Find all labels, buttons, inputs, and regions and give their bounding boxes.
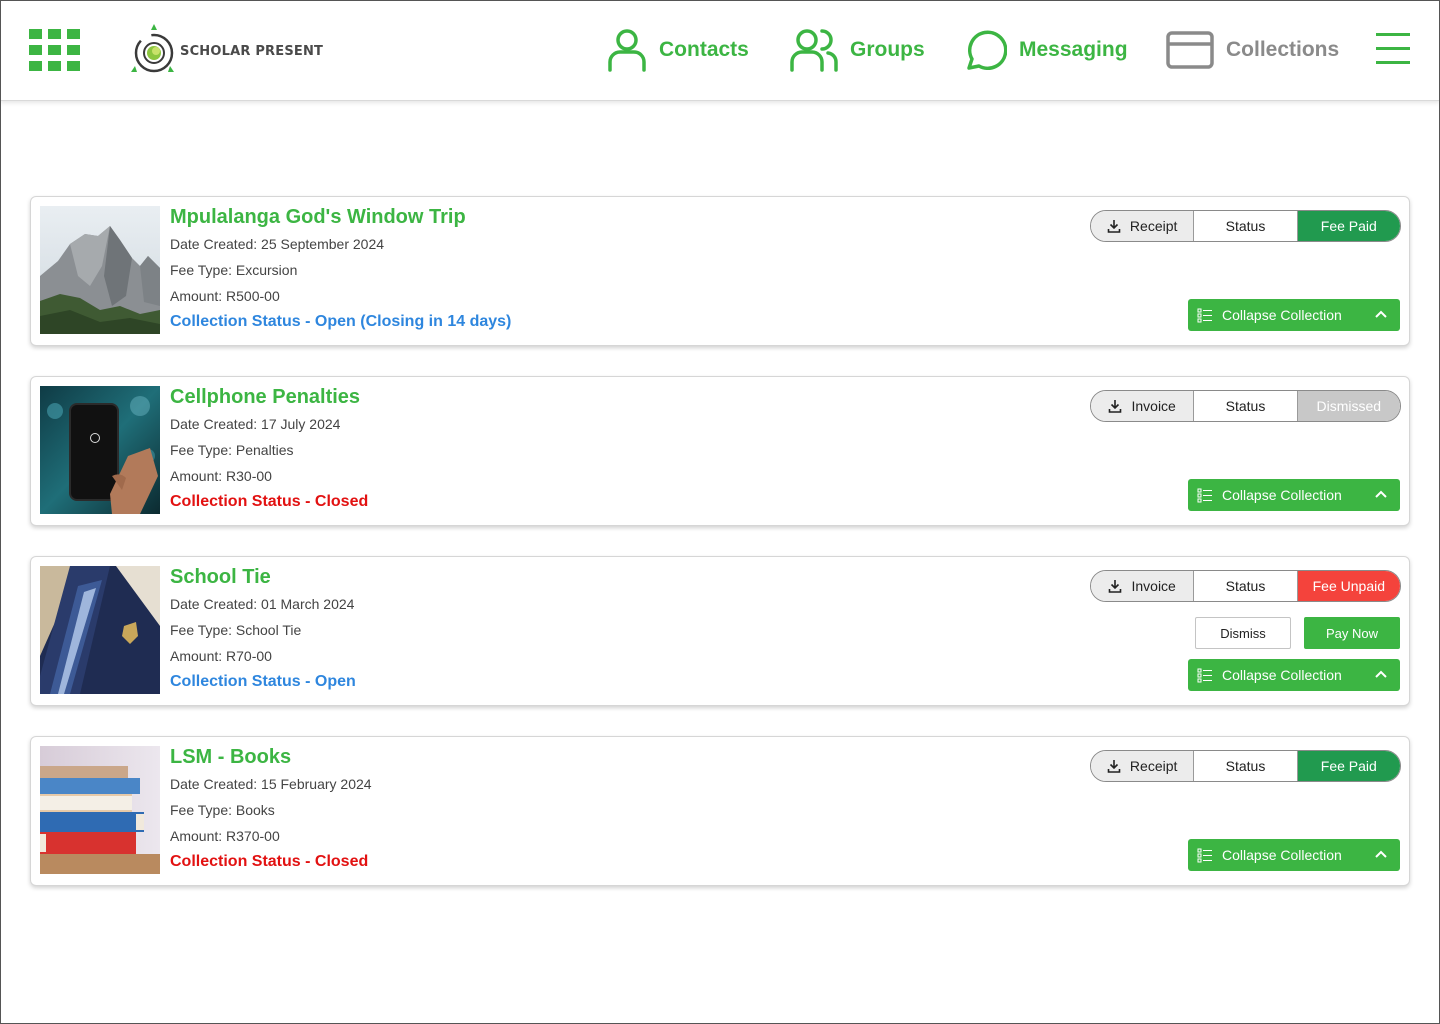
receipt-button[interactable]: Receipt <box>1091 751 1195 781</box>
mountain-photo <box>40 206 160 334</box>
dismissed-badge: Dismissed <box>1297 391 1400 421</box>
user-icon <box>608 29 646 72</box>
date-created: Date Created: 15 February 2024 <box>170 776 372 792</box>
invoice-button[interactable]: Invoice <box>1091 571 1195 601</box>
status-label: Status <box>1225 578 1266 594</box>
cellphone-photo <box>40 386 160 514</box>
chevron-up-icon <box>1375 670 1387 678</box>
invoice-label: Invoice <box>1131 398 1176 414</box>
nav-messaging-label: Messaging <box>1019 38 1128 61</box>
card-icon <box>1166 31 1214 69</box>
scholar-present-logo[interactable]: SCHOLAR PRESENT <box>128 24 323 76</box>
nav-collections-label: Collections <box>1226 38 1340 61</box>
collapse-collection-button[interactable]: Collapse Collection <box>1188 299 1400 331</box>
collapse-label: Collapse Collection <box>1222 847 1342 863</box>
collection-status: Collection Status - Open (Closing in 14 … <box>170 313 512 330</box>
status-button[interactable]: Status <box>1194 571 1298 601</box>
school-tie-photo <box>40 566 160 694</box>
collection-status: Collection Status - Closed <box>170 493 369 510</box>
nav-collections[interactable]: Collections <box>1166 26 1339 74</box>
fee-state-label: Dismissed <box>1316 398 1382 414</box>
receipt-button[interactable]: Receipt <box>1091 211 1195 241</box>
collection-title: LSM - Books <box>170 746 292 768</box>
collapse-label: Collapse Collection <box>1222 487 1342 503</box>
fee-action-segment: Receipt Status Fee Paid <box>1090 750 1401 782</box>
invoice-label: Invoice <box>1131 578 1176 594</box>
books-photo <box>40 746 160 874</box>
collapse-label: Collapse Collection <box>1222 307 1342 323</box>
collection-card: LSM - Books Date Created: 15 February 20… <box>30 736 1410 886</box>
amount: Amount: R70-00 <box>170 648 272 664</box>
chat-bubble-icon <box>967 30 1007 70</box>
status-label: Status <box>1225 758 1266 774</box>
pay-now-label: Pay Now <box>1325 625 1379 641</box>
collapse-collection-button[interactable]: Collapse Collection <box>1188 659 1400 691</box>
chevron-up-icon <box>1375 310 1387 318</box>
dismiss-label: Dismiss <box>1220 625 1266 641</box>
collection-title: School Tie <box>170 566 271 588</box>
fee-type: Fee Type: Excursion <box>170 262 298 278</box>
chevron-up-icon <box>1375 850 1387 858</box>
hamburger-menu-icon[interactable] <box>1376 33 1410 65</box>
nav-groups-label: Groups <box>850 38 925 61</box>
fee-unpaid-badge: Fee Unpaid <box>1297 571 1400 601</box>
fee-type: Fee Type: Penalties <box>170 442 294 458</box>
collection-card: Mpulalanga God's Window Trip Date Create… <box>30 196 1410 346</box>
date-created: Date Created: 17 July 2024 <box>170 416 341 432</box>
receipt-label: Receipt <box>1129 218 1178 234</box>
fee-action-segment: Invoice Status Fee Unpaid <box>1090 570 1401 602</box>
status-button[interactable]: Status <box>1194 211 1298 241</box>
download-icon <box>1107 220 1121 233</box>
collection-card: School Tie Date Created: 01 March 2024 F… <box>30 556 1410 706</box>
top-navbar: SCHOLAR PRESENT Contacts Groups Messagin… <box>0 0 1440 101</box>
fee-paid-badge: Fee Paid <box>1297 751 1400 781</box>
checklist-icon <box>1197 488 1212 503</box>
collapse-label: Collapse Collection <box>1222 667 1342 683</box>
amount: Amount: R370-00 <box>170 828 280 844</box>
date-created: Date Created: 25 September 2024 <box>170 236 385 252</box>
status-button[interactable]: Status <box>1194 751 1298 781</box>
receipt-label: Receipt <box>1129 758 1178 774</box>
fee-type: Fee Type: Books <box>170 802 275 818</box>
nav-groups[interactable]: Groups <box>790 26 925 74</box>
status-label: Status <box>1225 218 1266 234</box>
collapse-collection-button[interactable]: Collapse Collection <box>1188 479 1400 511</box>
fee-state-label: Fee Unpaid <box>1312 578 1386 594</box>
checklist-icon <box>1197 848 1212 863</box>
nav-contacts-label: Contacts <box>659 38 749 61</box>
status-label: Status <box>1225 398 1266 414</box>
fee-action-segment: Invoice Status Dismissed <box>1090 390 1401 422</box>
amount: Amount: R500-00 <box>170 288 280 304</box>
logo-mark-icon <box>131 24 174 73</box>
status-button[interactable]: Status <box>1194 391 1298 421</box>
collection-card: Cellphone Penalties Date Created: 17 Jul… <box>30 376 1410 526</box>
fee-action-segment: Receipt Status Fee Paid <box>1090 210 1401 242</box>
app-grid-icon[interactable] <box>29 29 80 71</box>
download-icon <box>1109 580 1122 593</box>
nav-contacts[interactable]: Contacts <box>607 26 749 74</box>
fee-paid-badge: Fee Paid <box>1297 211 1400 241</box>
fee-state-label: Fee Paid <box>1320 758 1377 774</box>
date-created: Date Created: 01 March 2024 <box>170 596 355 612</box>
collection-title: Cellphone Penalties <box>170 386 361 408</box>
collection-title: Mpulalanga God's Window Trip <box>170 206 466 228</box>
amount: Amount: R30-00 <box>170 468 272 484</box>
collection-status: Collection Status - Open <box>170 673 356 690</box>
logo-text: SCHOLAR PRESENT <box>180 44 324 59</box>
collapse-collection-button[interactable]: Collapse Collection <box>1188 839 1400 871</box>
checklist-icon <box>1197 308 1212 323</box>
fee-state-label: Fee Paid <box>1320 218 1377 234</box>
nav-messaging[interactable]: Messaging <box>963 26 1128 74</box>
users-icon <box>790 29 838 72</box>
collection-status: Collection Status - Closed <box>170 853 369 870</box>
fee-type: Fee Type: School Tie <box>170 622 302 638</box>
checklist-icon <box>1197 668 1212 683</box>
download-icon <box>1107 760 1121 773</box>
pay-now-button[interactable]: Pay Now <box>1304 617 1400 649</box>
dismiss-button[interactable]: Dismiss <box>1195 617 1291 649</box>
invoice-button[interactable]: Invoice <box>1091 391 1195 421</box>
download-icon <box>1109 400 1122 413</box>
chevron-up-icon <box>1375 490 1387 498</box>
